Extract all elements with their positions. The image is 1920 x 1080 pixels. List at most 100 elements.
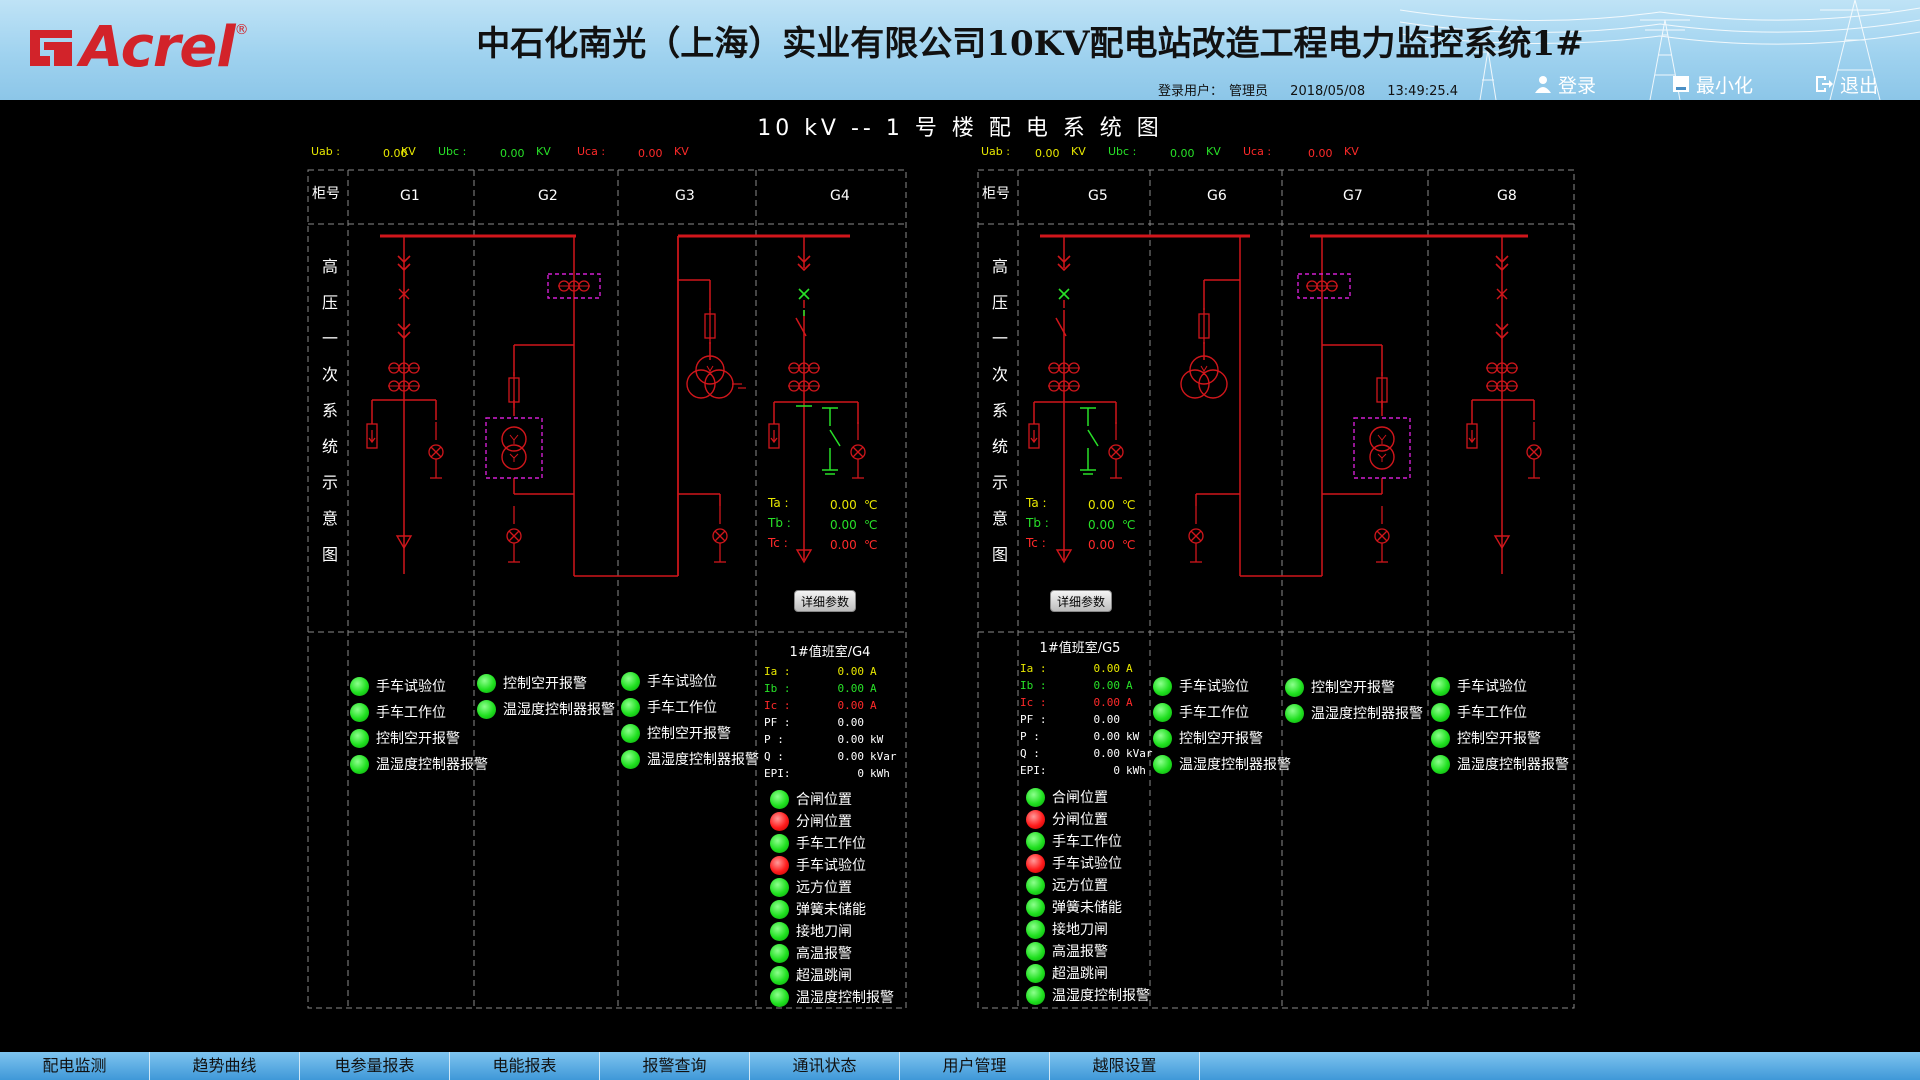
status-list-g8: 手车试验位 手车工作位 控制空开报警 温湿度控制器报警 <box>1431 673 1569 777</box>
green-status-light-icon <box>477 699 496 719</box>
green-status-light-icon <box>621 749 640 769</box>
measurement-value: 0.00 <box>837 750 865 763</box>
measurement-value: 0.00 <box>1093 662 1121 675</box>
login-info: 登录用户： 管理员 2018/05/08 13:49:25.4 <box>1158 80 1476 99</box>
green-status-light-icon <box>770 877 789 897</box>
measurement-row: EPI: 0 kWh <box>1020 764 1153 781</box>
measurement-unit: kWh <box>1126 764 1146 777</box>
status-indicator: 温湿度控制报警 <box>1026 984 1150 1006</box>
measurement-row: P : 0.00 kW <box>1020 730 1153 747</box>
exit-button[interactable]: 退出 <box>1814 72 1879 97</box>
green-status-light-icon <box>1026 919 1045 939</box>
tc-label: Tc : <box>767 536 788 550</box>
measurement-block-g5: Ia : 0.00 A Ib : 0.00 A Ic : 0.00 A PF : 0.00 P : 0.… <box>1020 662 1153 781</box>
side-label-char: 次 <box>322 365 338 384</box>
cabinet-g7: G7 <box>1343 188 1363 204</box>
login-button[interactable]: 登录 <box>1534 72 1596 97</box>
minimize-icon <box>1673 76 1689 92</box>
status-label: 温湿度控制器报警 <box>376 757 488 773</box>
status-label: 温湿度控制器报警 <box>647 752 759 768</box>
panel-caption-g5: 1#值班室/G5 <box>1039 641 1121 656</box>
status-label: 温湿度控制报警 <box>1052 988 1150 1004</box>
status-indicator: 手车试验位 <box>350 673 488 699</box>
ta-label: Ta : <box>1025 496 1047 510</box>
green-status-light-icon <box>350 676 369 696</box>
cabinet-g2: G2 <box>538 188 558 204</box>
status-label: 手车试验位 <box>1457 679 1527 695</box>
status-label: 手车工作位 <box>647 700 717 716</box>
minimize-button[interactable]: 最小化 <box>1672 72 1754 97</box>
measurement-value: 0.00 <box>1093 730 1121 743</box>
status-label: 温湿度控制器报警 <box>503 702 615 718</box>
uca-unit: KV <box>674 145 689 158</box>
side-label-char: 图 <box>322 545 338 564</box>
measurement-unit: A <box>1126 662 1133 675</box>
measurement-unit: A <box>870 682 877 695</box>
measurement-label: EPI: <box>764 767 791 780</box>
measurement-label: P : <box>764 733 784 746</box>
tab-limit-settings[interactable]: 越限设置 <box>1050 1052 1200 1080</box>
ubc-value: 0.00 <box>500 147 525 160</box>
user-label: 登录用户： 管理员 <box>1158 84 1269 99</box>
status-label: 手车工作位 <box>796 836 866 852</box>
green-status-light-icon <box>770 943 789 963</box>
green-status-light-icon <box>1026 787 1045 807</box>
measurement-label: Ia : <box>764 665 791 678</box>
ubc-label: Ubc : <box>1108 145 1136 158</box>
green-status-light-icon <box>1431 676 1450 696</box>
status-label: 合闸位置 <box>796 792 852 808</box>
status-indicator: 手车试验位 <box>1153 673 1291 699</box>
minimize-label: 最小化 <box>1696 74 1754 97</box>
status-label: 手车试验位 <box>647 674 717 690</box>
green-status-light-icon <box>1285 677 1304 697</box>
status-indicator: 超温跳闸 <box>770 964 894 986</box>
detail-params-button-g4[interactable]: 详细参数 <box>794 590 856 612</box>
red-status-light-icon <box>770 855 789 875</box>
red-status-light-icon <box>770 811 789 831</box>
tab-user-management[interactable]: 用户管理 <box>900 1052 1050 1080</box>
status-indicator: 控制空开报警 <box>350 725 488 751</box>
measurement-value: 0 <box>857 767 864 780</box>
measurement-value: 0.00 <box>1093 696 1121 709</box>
status-indicator: 高温报警 <box>770 942 894 964</box>
tab-alarm-query[interactable]: 报警查询 <box>600 1052 750 1080</box>
status-indicator: 手车试验位 <box>1026 852 1150 874</box>
status-list-g5: 合闸位置 分闸位置 手车工作位 手车试验位 远方位置 弹簧未储能 接地刀闸 高温报警 超温跳闸温… <box>1026 786 1150 1006</box>
side-label-char: 一 <box>992 329 1008 348</box>
tb-label: Tb : <box>1025 516 1049 530</box>
detail-params-button-g5[interactable]: 详细参数 <box>1050 590 1112 612</box>
bottom-tab-bar: 配电监测 趋势曲线 电参量报表 电能报表 报警查询 通讯状态 用户管理 越限设置 <box>0 1052 1920 1080</box>
tab-electrical-report[interactable]: 电参量报表 <box>300 1052 450 1080</box>
status-indicator: 温湿度控制器报警 <box>1431 751 1569 777</box>
status-indicator: 合闸位置 <box>770 788 894 810</box>
exit-label: 退出 <box>1840 74 1879 97</box>
logo-mark-icon <box>26 26 76 70</box>
cabinet-header-label: 柜号 <box>982 186 1010 202</box>
uab-unit: KV <box>1071 145 1086 158</box>
tab-energy-report[interactable]: 电能报表 <box>450 1052 600 1080</box>
green-status-light-icon <box>621 697 640 717</box>
side-label-char: 高 <box>322 257 338 276</box>
measurement-value: 0.00 <box>1093 713 1121 726</box>
g3-feeder <box>677 236 711 576</box>
ta-unit: ℃ <box>1122 498 1135 512</box>
measurement-unit: kVar <box>1126 747 1153 760</box>
tab-trend-curve[interactable]: 趋势曲线 <box>150 1052 300 1080</box>
status-label: 超温跳闸 <box>796 968 852 984</box>
cabinet-g5: G5 <box>1088 188 1108 204</box>
green-status-light-icon <box>350 728 369 748</box>
registered-mark: ® <box>234 22 249 38</box>
uca-label: Uca : <box>577 145 605 158</box>
measurement-unit: A <box>870 699 877 712</box>
measurement-label: Q : <box>764 750 784 763</box>
side-label-char: 压 <box>992 293 1008 312</box>
ta-unit: ℃ <box>864 498 877 512</box>
tab-comm-status[interactable]: 通讯状态 <box>750 1052 900 1080</box>
status-indicator: 手车试验位 <box>770 854 894 876</box>
measurement-label: Ib : <box>764 682 791 695</box>
status-indicator: 超温跳闸 <box>1026 962 1150 984</box>
uab-value: 0.00 <box>1035 147 1060 160</box>
tab-power-monitoring[interactable]: 配电监测 <box>0 1052 150 1080</box>
green-status-light-icon <box>1153 702 1172 722</box>
measurement-label: Ib : <box>1020 679 1047 692</box>
